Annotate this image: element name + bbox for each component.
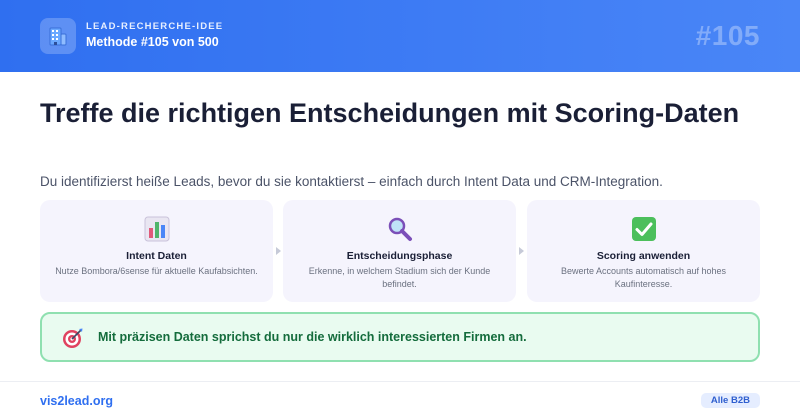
building-icon	[40, 18, 76, 54]
header-banner: LEAD-RECHERCHE-IDEE Methode #105 von 500…	[0, 0, 800, 72]
footer-divider	[0, 381, 800, 382]
step-description: Erkenne, in welchem Stadium sich der Kun…	[308, 266, 491, 289]
page-title: Treffe die richtigen Entscheidungen mit …	[40, 98, 740, 128]
step-description: Bewerte Accounts automatisch auf hohes K…	[560, 266, 727, 289]
magnifier-icon	[387, 216, 413, 242]
callout-box: Mit präzisen Daten sprichst du nur die w…	[40, 312, 760, 362]
steps-row: Intent Daten Nutze Bombora/6sense für ak…	[40, 200, 760, 302]
step-card-scoring: Scoring anwenden Bewerte Accounts automa…	[527, 200, 760, 302]
step-title: Intent Daten	[126, 250, 187, 262]
header-kicker: LEAD-RECHERCHE-IDEE	[86, 21, 224, 32]
step-title: Entscheidungsphase	[346, 250, 453, 262]
page-subtitle: Du identifizierst heiße Leads, bevor du …	[40, 174, 663, 189]
target-icon	[62, 327, 84, 349]
checkmark-icon	[631, 216, 657, 242]
step-card-decision-phase: Entscheidungsphase Erkenne, in welchem S…	[283, 200, 516, 302]
website-link[interactable]: vis2lead.org	[40, 394, 113, 408]
step-description: Nutze Bombora/6sense für aktuelle Kaufab…	[55, 266, 258, 276]
callout-text: Mit präzisen Daten sprichst du nur die w…	[98, 330, 527, 344]
arrow-right-icon	[519, 247, 524, 255]
method-number: #105	[695, 20, 760, 51]
arrow-right-icon	[276, 247, 281, 255]
category-badge: Alle B2B	[700, 393, 760, 408]
step-card-intent-data: Intent Daten Nutze Bombora/6sense für ak…	[40, 200, 273, 302]
step-title: Scoring anwenden	[596, 250, 691, 262]
method-counter: Methode #105 von 500	[86, 35, 219, 49]
bar-chart-icon	[144, 216, 170, 242]
